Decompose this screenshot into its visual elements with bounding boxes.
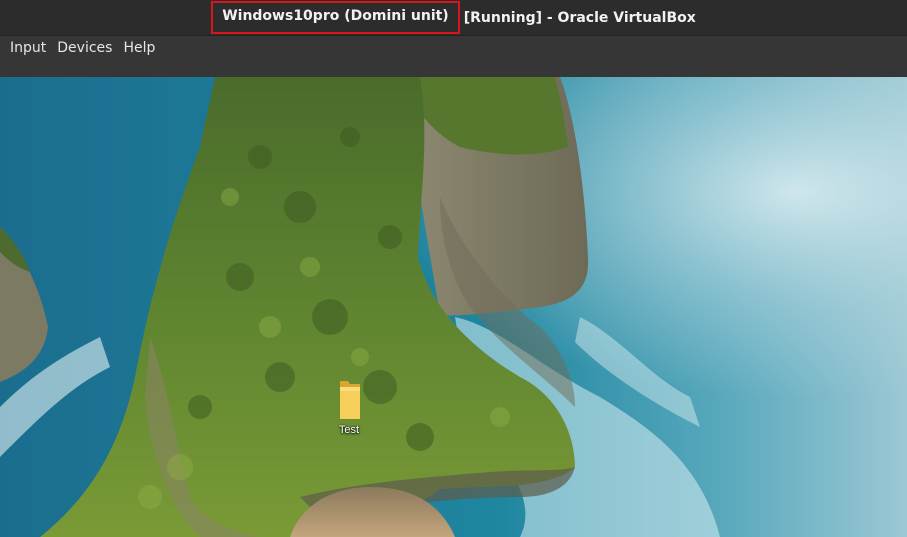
guest-desktop[interactable]: Test: [0, 77, 907, 537]
vm-name-highlight: Windows10pro (Domini unit): [211, 1, 460, 34]
desktop-item-label: Test: [338, 424, 360, 436]
menu-help[interactable]: Help: [119, 39, 162, 57]
window-titlebar[interactable]: Windows10pro (Domini unit) [Running] - O…: [0, 0, 907, 35]
folder-icon: [340, 381, 360, 419]
window-title: Windows10pro (Domini unit) [Running] - O…: [211, 1, 696, 34]
virtualbox-window: Windows10pro (Domini unit) [Running] - O…: [0, 0, 907, 537]
desktop-item-test[interactable]: Test: [325, 379, 373, 436]
desktop-wallpaper: [0, 77, 907, 537]
menu-bar: Input Devices Help: [0, 35, 907, 77]
menu-devices[interactable]: Devices: [53, 39, 119, 57]
window-title-status: [Running] - Oracle VirtualBox: [463, 9, 696, 26]
menu-input[interactable]: Input: [0, 39, 53, 57]
